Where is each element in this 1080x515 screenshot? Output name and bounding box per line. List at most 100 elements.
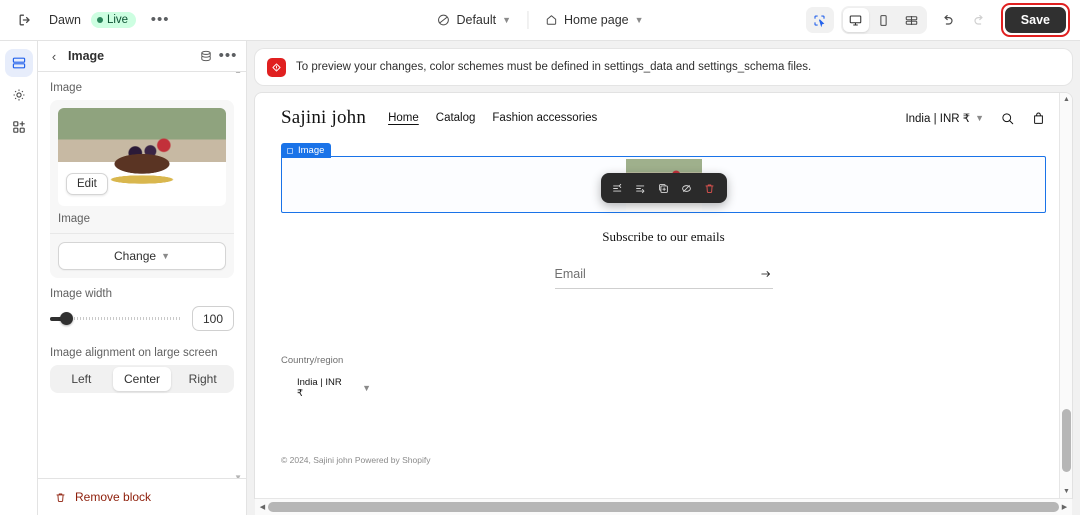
remove-block-label: Remove block — [75, 490, 151, 504]
move-down-icon[interactable] — [631, 178, 651, 198]
preview-pane: To preview your changes, color schemes m… — [247, 41, 1080, 515]
alert-diamond-icon — [267, 58, 286, 77]
device-fullscreen-button[interactable] — [899, 8, 925, 32]
scroll-up-icon[interactable]: ▲ — [234, 72, 242, 75]
dataset-icon[interactable] — [196, 46, 216, 66]
country-region-label: Country/region — [281, 355, 1046, 366]
alignment-option-left[interactable]: Left — [52, 367, 111, 391]
image-width-control: 100 — [50, 306, 234, 331]
image-width-slider[interactable] — [50, 312, 182, 326]
device-toggle-group — [841, 6, 927, 34]
save-button[interactable]: Save — [1005, 7, 1066, 33]
rail-item-theme-settings[interactable] — [5, 81, 33, 109]
page-selector[interactable]: Home page ▼ — [536, 9, 652, 31]
remove-block-button[interactable]: Remove block — [54, 490, 151, 504]
chevron-down-icon: ▼ — [975, 113, 984, 123]
trash-icon — [54, 491, 67, 504]
storefront-header-actions: India | INR ₹ ▼ — [905, 111, 1046, 126]
warning-banner-text: To preview your changes, color schemes m… — [296, 61, 811, 73]
rail-item-sections[interactable] — [5, 49, 33, 77]
scroll-down-arrow-icon[interactable]: ▼ — [1060, 485, 1072, 498]
selected-block-label: Image — [298, 145, 324, 156]
device-desktop-button[interactable] — [843, 8, 869, 32]
save-button-highlight: Save — [1001, 3, 1070, 37]
scroll-down-icon[interactable]: ▼ — [234, 473, 242, 478]
country-region-selector[interactable]: India | INR ₹ ▼ — [297, 377, 371, 399]
chevron-left-icon[interactable]: ‹ — [44, 46, 64, 66]
search-icon[interactable] — [1000, 111, 1015, 126]
move-up-icon[interactable] — [608, 178, 628, 198]
scroll-left-arrow-icon[interactable]: ◀ — [256, 501, 269, 514]
status-dot — [97, 17, 103, 23]
storefront-nav: Home Catalog Fashion accessories — [388, 112, 597, 124]
scroll-up-arrow-icon[interactable]: ▲ — [1060, 93, 1072, 106]
ellipsis-icon[interactable]: ••• — [218, 46, 238, 66]
chevron-down-icon: ▼ — [362, 383, 371, 393]
image-field-label: Image — [50, 82, 234, 94]
warning-banner: To preview your changes, color schemes m… — [255, 49, 1072, 85]
top-bar-center: Default ▼ Home page ▼ — [428, 9, 651, 31]
image-picker-card: Edit Image Change ▼ — [50, 100, 234, 278]
chevron-down-icon: ▼ — [502, 15, 511, 25]
currency-selector[interactable]: India | INR ₹ ▼ — [905, 111, 984, 125]
icon-rail — [0, 41, 38, 515]
home-icon — [544, 13, 558, 27]
hide-icon[interactable] — [677, 178, 697, 198]
chevron-down-icon: ▼ — [161, 251, 170, 261]
duplicate-icon[interactable] — [654, 178, 674, 198]
newsletter-heading: Subscribe to our emails — [281, 229, 1046, 245]
ellipsis-icon: ••• — [151, 15, 170, 25]
change-image-label: Change — [114, 249, 156, 263]
nav-item-catalog[interactable]: Catalog — [436, 112, 476, 124]
slider-thumb[interactable] — [60, 312, 73, 325]
newsletter-email-placeholder: Email — [555, 267, 586, 281]
image-thumbnail[interactable]: Edit — [58, 108, 226, 206]
storefront-footer: Country/region India | INR ₹ ▼ © 2024, S… — [281, 355, 1046, 465]
newsletter-email-field[interactable]: Email — [555, 267, 773, 289]
nav-item-fashion-accessories[interactable]: Fashion accessories — [492, 112, 597, 124]
theme-editor: Dawn Live ••• Default ▼ Ho — [0, 0, 1080, 515]
color-scheme-icon — [436, 13, 450, 27]
theme-more-button[interactable]: ••• — [146, 6, 174, 34]
alignment-option-center[interactable]: Center — [113, 367, 172, 391]
store-logo[interactable]: Sajini john — [281, 107, 366, 129]
rail-item-app-blocks[interactable] — [5, 113, 33, 141]
device-mobile-button[interactable] — [871, 8, 897, 32]
nav-item-home[interactable]: Home — [388, 112, 419, 124]
copyright-text: © 2024, Sajini john Powered by Shopify — [281, 455, 1046, 465]
color-scheme-selector[interactable]: Default ▼ — [428, 9, 519, 31]
currency-label: India | INR ₹ — [905, 111, 970, 125]
country-region-value: India | INR ₹ — [297, 377, 346, 399]
sidebar-header: ‹ Image ••• — [38, 41, 246, 72]
top-bar-right: Save — [806, 3, 1080, 37]
chevron-down-icon: ▼ — [635, 15, 644, 25]
image-width-input[interactable]: 100 — [192, 306, 234, 331]
preview-vertical-scrollbar[interactable]: ▲ ▼ — [1059, 93, 1072, 498]
sidebar-footer: Remove block — [38, 478, 246, 515]
status-label: Live — [107, 14, 128, 26]
storefront-header: Sajini john Home Catalog Fashion accesso… — [281, 93, 1046, 143]
alignment-option-right[interactable]: Right — [173, 367, 232, 391]
arrow-right-icon[interactable] — [759, 267, 773, 281]
edit-image-button[interactable]: Edit — [66, 173, 108, 195]
horizontal-scroll-thumb[interactable] — [268, 502, 1059, 512]
alignment-segmented-control: Left Center Right — [50, 365, 234, 393]
delete-icon[interactable] — [700, 178, 720, 198]
undo-icon[interactable] — [934, 6, 962, 34]
selected-block-tag[interactable]: Image — [281, 143, 331, 158]
color-scheme-label: Default — [456, 13, 496, 27]
theme-name: Dawn — [49, 13, 81, 27]
vertical-scroll-thumb[interactable] — [1062, 409, 1071, 472]
exit-icon[interactable] — [11, 6, 39, 34]
editor-body: ‹ Image ••• ▲ I — [0, 41, 1080, 515]
page-selector-label: Home page — [564, 13, 629, 27]
page-title: Image — [68, 49, 104, 63]
scroll-right-arrow-icon[interactable]: ▶ — [1058, 501, 1071, 514]
image-filename: Image — [58, 213, 226, 225]
change-image-button[interactable]: Change ▼ — [58, 242, 226, 270]
sidebar-content: ▲ Image Edit Image Change ▼ Image width — [38, 72, 246, 478]
preview-horizontal-scrollbar[interactable]: ◀ ▶ — [255, 498, 1072, 515]
redo-icon — [965, 6, 993, 34]
inspect-icon[interactable] — [806, 7, 834, 33]
cart-icon[interactable] — [1031, 111, 1046, 126]
